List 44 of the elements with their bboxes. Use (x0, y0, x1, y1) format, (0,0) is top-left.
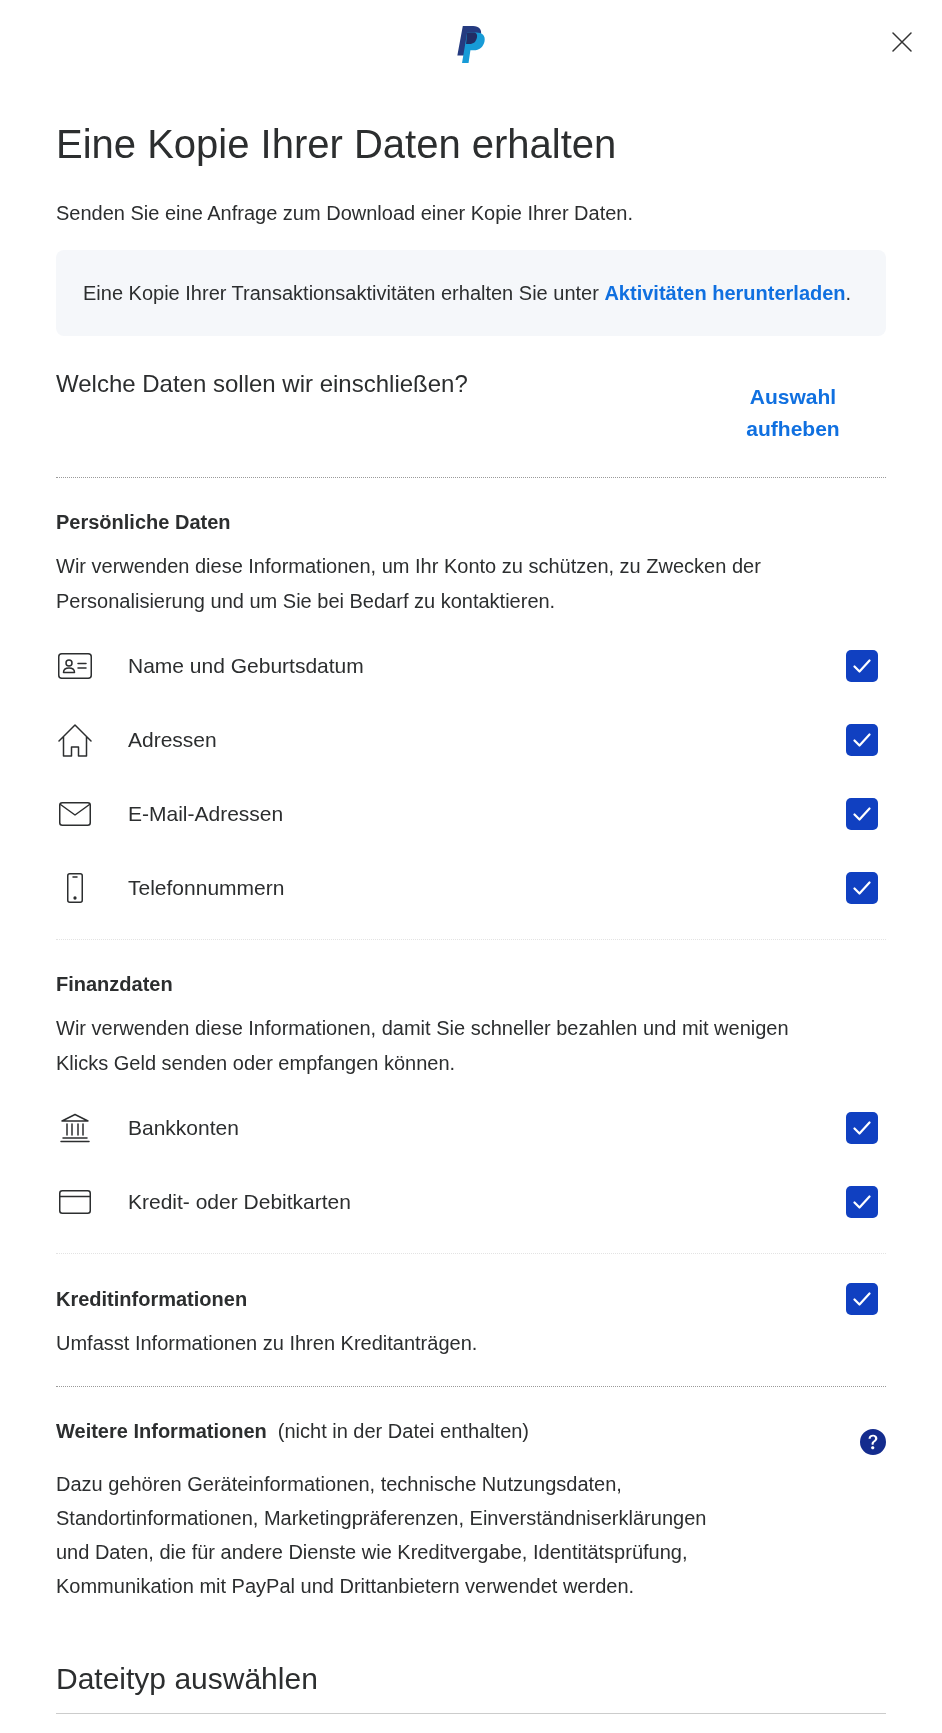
check-icon (853, 881, 871, 895)
house-icon (58, 723, 92, 757)
section-description: Wir verwenden diese Informationen, um Ihr Konto zu schützen, zu Zwecken der Personalisierung und um Sie bei Bedarf zu kontaktieren. (56, 554, 762, 614)
check-icon (853, 1292, 871, 1306)
section-title: Finanzdaten (56, 972, 174, 997)
section-description: Wir verwenden diese Informationen, damit Sie schneller bezahlen und mit wenigen Klicks Geld senden oder empfangen können. (56, 1016, 790, 1076)
option-label: Kredit- oder Debitkarten (128, 1189, 352, 1215)
info-text: Eine Kopie Ihrer Transaktionsaktivitäten erhalten Sie unter Aktivitäten herunterladen. (83, 281, 853, 306)
page-subtitle: Senden Sie eine Anfrage zum Download einer Kopie Ihrer Daten. (56, 201, 635, 226)
option-label: E-Mail-Adressen (128, 801, 285, 827)
envelope-icon (59, 802, 91, 826)
option-label: Telefonnummern (128, 875, 286, 901)
page-title: Eine Kopie Ihrer Daten erhalten (56, 121, 618, 168)
checkbox[interactable] (846, 1186, 878, 1218)
deselect-all-link[interactable]: Auswahl aufheben (733, 381, 853, 445)
file-type-heading: Dateityp auswählen (56, 1661, 319, 1697)
checkbox[interactable] (846, 798, 878, 830)
section-description: Umfasst Informationen zu Ihren Kreditanträgen. (56, 1331, 479, 1356)
option-label: Name und Geburtsdatum (128, 653, 365, 679)
phone-icon (67, 873, 83, 903)
check-icon (853, 659, 871, 673)
credit-card-icon (59, 1190, 91, 1214)
checkbox[interactable] (846, 650, 878, 682)
section-heading: Welche Daten sollen wir einschließen? (56, 369, 468, 399)
checkbox[interactable] (846, 724, 878, 756)
download-activities-link[interactable]: Aktivitäten herunterladen (604, 282, 846, 304)
option-label: Adressen (128, 727, 218, 753)
id-card-icon (58, 653, 92, 679)
option-label: Bankkonten (128, 1115, 240, 1141)
section-title: Kreditinformationen (56, 1287, 248, 1312)
check-icon (853, 807, 871, 821)
bank-icon (59, 1113, 91, 1143)
close-icon[interactable] (892, 32, 912, 52)
section-title: Persönliche Daten (56, 510, 232, 535)
section-title: Weitere Informationen (56, 1419, 267, 1444)
check-icon (853, 733, 871, 747)
check-icon (853, 1121, 871, 1135)
checkbox[interactable] (846, 872, 878, 904)
checkbox[interactable] (846, 1283, 878, 1315)
help-icon[interactable] (860, 1429, 886, 1455)
checkbox[interactable] (846, 1112, 878, 1144)
check-icon (853, 1195, 871, 1209)
section-description: Dazu gehören Geräteinformationen, technische Nutzungsdaten, Standortinformationen, Marketingpräferenzen, Einverständniserklärungen und Daten, die für andere Dienste wie Kreditvergabe, Identitätsprüfung, Kommunikation mit PayPal und Drittanbietern verwendet werden. (56, 1472, 708, 1599)
section-note: (nicht in der Datei enthalten) (277, 1419, 530, 1444)
